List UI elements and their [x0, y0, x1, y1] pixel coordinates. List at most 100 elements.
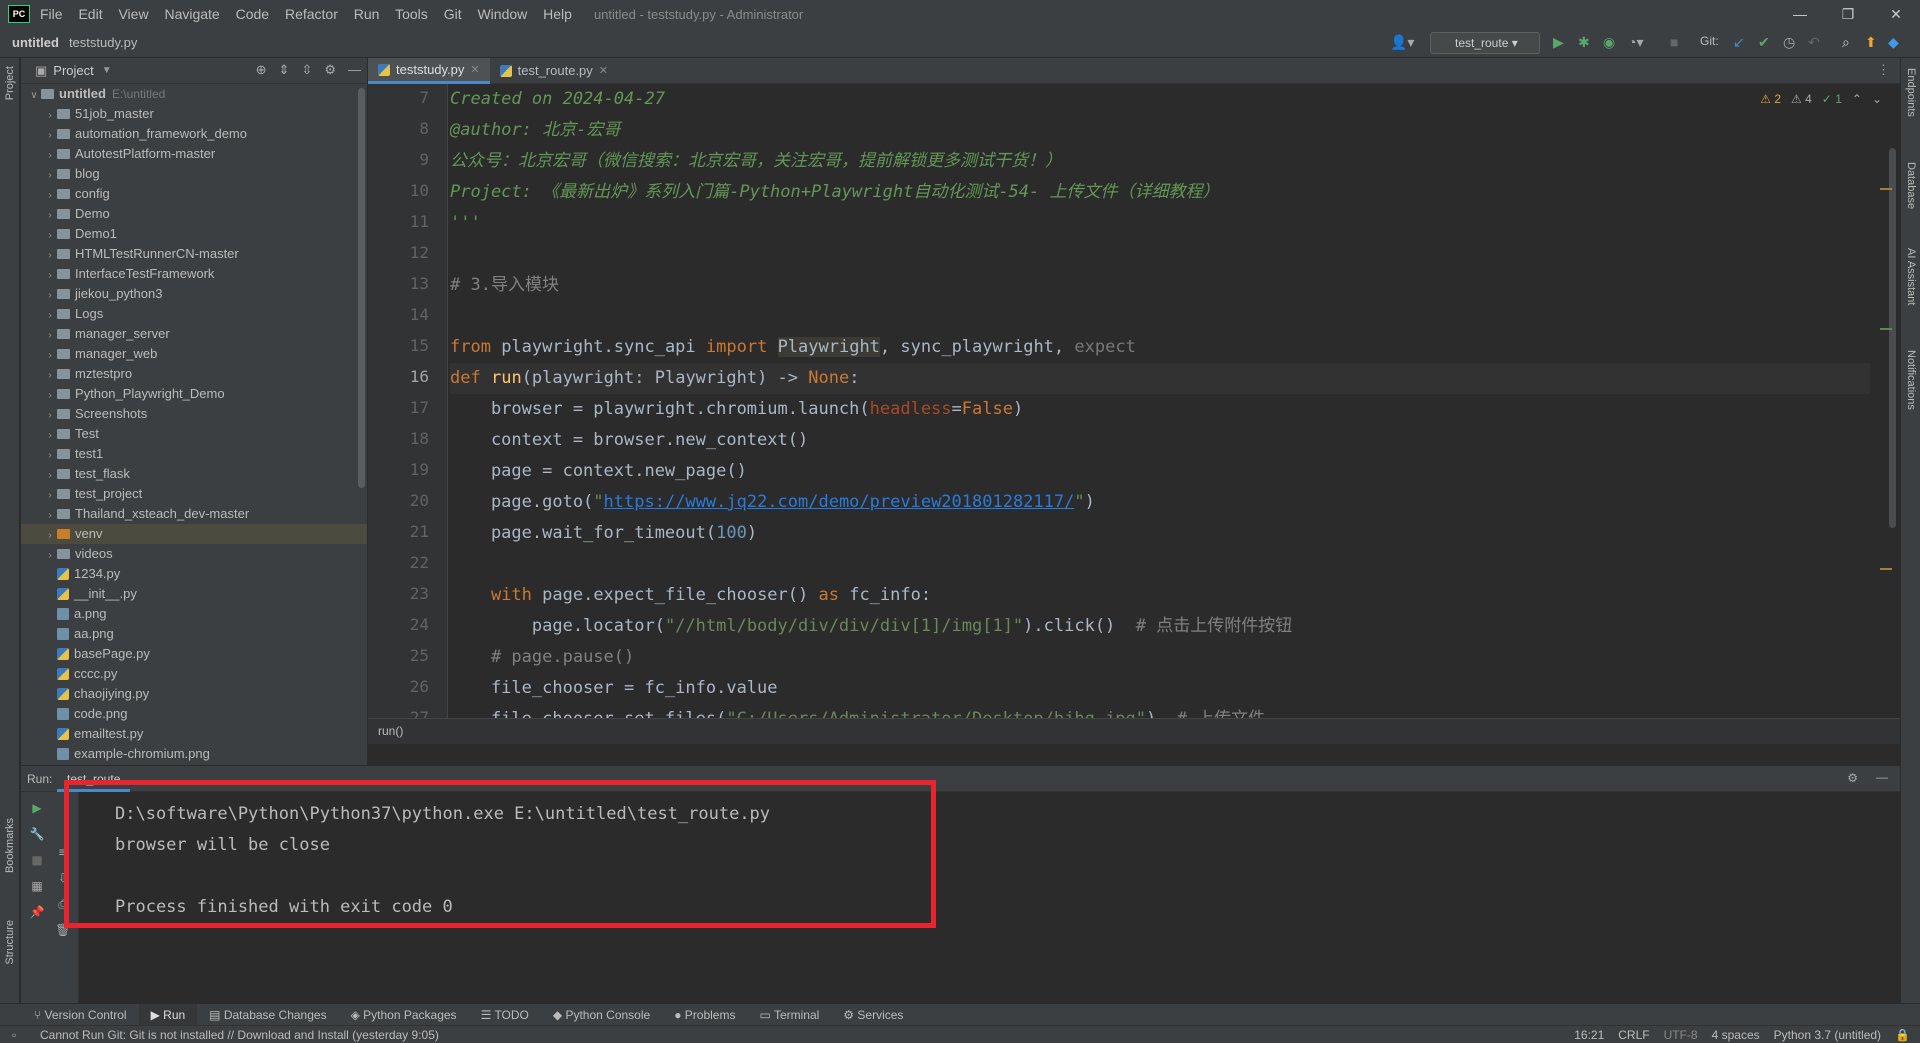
breadcrumb-project[interactable]: untitled [12, 35, 59, 50]
file-encoding[interactable]: UTF-8 [1664, 1028, 1698, 1042]
lock-icon[interactable]: 🔒 [1895, 1028, 1910, 1042]
tab-run[interactable]: ▶ Run [138, 1003, 198, 1026]
menu-help[interactable]: Help [543, 6, 572, 22]
tree-file[interactable]: code.png [21, 704, 367, 724]
tree-file[interactable]: aa.png [21, 624, 367, 644]
tree-folder[interactable]: › manager_server [21, 324, 367, 344]
indent-setting[interactable]: 4 spaces [1712, 1028, 1760, 1042]
close-icon[interactable]: ✕ [470, 57, 479, 83]
tab-terminal[interactable]: ▭ Terminal [747, 1004, 831, 1026]
tab-python-packages[interactable]: ◈ Python Packages [339, 1004, 469, 1026]
run-tab-test-route[interactable]: test_route [57, 766, 131, 792]
maximize-button[interactable]: ❐ [1824, 0, 1872, 28]
profile-icon[interactable]: ◔▾ [1628, 34, 1643, 51]
chevron-right-icon[interactable]: › [43, 406, 57, 426]
chevron-down-icon[interactable]: ▼ [102, 65, 112, 76]
chevron-right-icon[interactable]: › [43, 106, 57, 126]
rerun-icon[interactable]: ▶ [29, 800, 45, 816]
tree-folder[interactable]: › 51job_master [21, 104, 367, 124]
menu-window[interactable]: Window [477, 6, 527, 22]
tree-folder[interactable]: › Test [21, 424, 367, 444]
tree-file[interactable]: basePage.py [21, 644, 367, 664]
chevron-right-icon[interactable]: › [43, 466, 57, 486]
database-tool-button[interactable]: Database [1905, 162, 1917, 209]
tree-folder[interactable]: › automation_framework_demo [21, 124, 367, 144]
search-icon[interactable]: ⌕ [1842, 34, 1850, 51]
chevron-right-icon[interactable]: › [43, 426, 57, 446]
chevron-right-icon[interactable]: › [43, 326, 57, 346]
menu-code[interactable]: Code [236, 6, 269, 22]
tree-folder[interactable]: › videos [21, 544, 367, 564]
tab-version-control[interactable]: ⑂ Version Control [22, 1004, 139, 1026]
chevron-right-icon[interactable]: › [43, 146, 57, 166]
chevron-right-icon[interactable]: › [43, 346, 57, 366]
tree-file[interactable]: a.png [21, 604, 367, 624]
more-tabs-icon[interactable]: ⋮ [1877, 62, 1890, 78]
tree-folder[interactable]: › test_project [21, 484, 367, 504]
endpoints-tool-button[interactable]: Endpoints [1905, 68, 1917, 117]
inspection-widget[interactable]: ⚠ 2 ⚠ 4 ✓ 1 ⌃ ⌄ [1760, 92, 1882, 106]
tree-folder[interactable]: › venv [21, 524, 367, 544]
chevron-right-icon[interactable]: › [43, 446, 57, 466]
ai-assistant-tool-button[interactable]: AI Assistant [1905, 248, 1917, 305]
git-history-icon[interactable]: ◷ [1783, 34, 1795, 51]
hide-icon[interactable]: — [348, 62, 361, 78]
tree-folder[interactable]: › Thailand_xsteach_dev-master [21, 504, 367, 524]
status-message[interactable]: Cannot Run Git: Git is not installed // … [40, 1028, 439, 1042]
menu-tools[interactable]: Tools [395, 6, 428, 22]
tree-file[interactable]: chaojiying.py [21, 684, 367, 704]
error-stripe-mark[interactable] [1880, 188, 1892, 190]
breadcrumb-file[interactable]: teststudy.py [69, 35, 137, 50]
menu-run[interactable]: Run [354, 6, 380, 22]
run-icon[interactable]: ▶ [1553, 34, 1564, 51]
menu-git[interactable]: Git [444, 6, 462, 22]
tab-test-route[interactable]: test_route.py ✕ [490, 58, 618, 84]
chevron-right-icon[interactable]: › [43, 286, 57, 306]
chevron-right-icon[interactable]: › [43, 166, 57, 186]
tree-folder[interactable]: › test1 [21, 444, 367, 464]
scroll-to-end-icon[interactable]: ⇩ [55, 870, 71, 886]
tree-file[interactable]: example-chromium.png [21, 744, 367, 764]
chevron-right-icon[interactable]: › [43, 386, 57, 406]
layout-icon[interactable]: ▦ [29, 878, 45, 894]
tree-folder[interactable]: › jiekou_python3 [21, 284, 367, 304]
tab-python-console[interactable]: ◆ Python Console [541, 1004, 662, 1026]
tree-file[interactable]: 1234.py [21, 564, 367, 584]
chevron-up-icon[interactable]: ⌃ [1852, 92, 1862, 106]
menu-edit[interactable]: Edit [78, 6, 102, 22]
tree-file[interactable]: emailtest.py [21, 724, 367, 744]
tab-todo[interactable]: ☰ TODO [469, 1004, 541, 1026]
wrench-icon[interactable]: 🔧 [29, 826, 45, 842]
hide-icon[interactable]: — [1876, 770, 1888, 784]
plugin-icon[interactable]: ◆ [1888, 34, 1899, 51]
tree-folder[interactable]: › Demo [21, 204, 367, 224]
git-commit-icon[interactable]: ✔ [1758, 34, 1770, 51]
expand-all-icon[interactable]: ⇕ [279, 62, 290, 78]
minimize-button[interactable]: — [1776, 0, 1824, 28]
chevron-right-icon[interactable]: › [43, 506, 57, 526]
line-separator[interactable]: CRLF [1618, 1028, 1649, 1042]
chevron-right-icon[interactable]: › [43, 246, 57, 266]
tree-file[interactable]: __init__.py [21, 584, 367, 604]
tree-folder[interactable]: › config [21, 184, 367, 204]
chevron-right-icon[interactable]: › [43, 206, 57, 226]
project-tool-button[interactable]: Project [4, 66, 16, 100]
coverage-icon[interactable]: ◉ [1603, 34, 1615, 51]
chevron-right-icon[interactable]: › [43, 306, 57, 326]
close-window-button[interactable]: ✕ [1872, 0, 1920, 28]
stop-icon[interactable]: ■ [29, 852, 45, 868]
chevron-right-icon[interactable]: › [43, 366, 57, 386]
tree-folder[interactable]: › AutotestPlatform-master [21, 144, 367, 164]
trash-icon[interactable]: 🗑 [55, 922, 71, 938]
print-icon[interactable]: ⎙ [55, 896, 71, 912]
chevron-right-icon[interactable]: › [43, 546, 57, 566]
caret-position[interactable]: 16:21 [1574, 1028, 1604, 1042]
gear-icon[interactable]: ⚙ [324, 62, 336, 78]
tab-services[interactable]: ⚙ Services [831, 1004, 915, 1026]
tree-folder[interactable]: › mztestpro [21, 364, 367, 384]
locate-icon[interactable]: ⊕ [256, 62, 267, 78]
close-icon[interactable]: ✕ [599, 58, 608, 84]
structure-tool-button[interactable]: Structure [4, 920, 16, 965]
tree-folder[interactable]: › Python_Playwright_Demo [21, 384, 367, 404]
user-icon[interactable]: 👤▾ [1390, 34, 1414, 51]
